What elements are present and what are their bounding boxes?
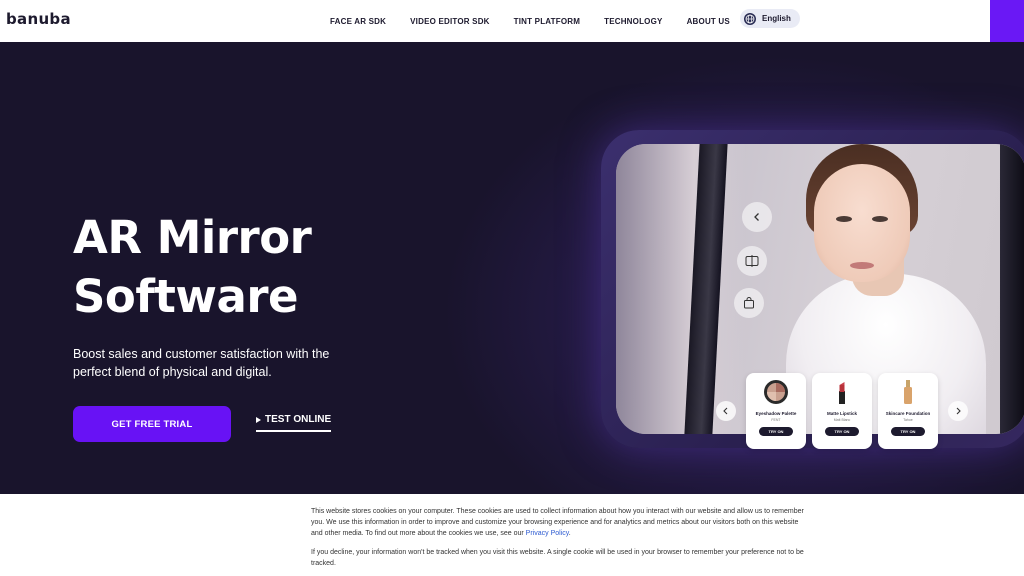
try-on-button[interactable]: TRY ON [891,427,925,436]
product-name: Skincare Foundation [885,411,931,416]
eyeshadow-palette-icon [763,379,789,405]
test-online-link[interactable]: TEST ONLINE [256,414,332,432]
chevron-left-icon [754,213,759,221]
product-card-foundation[interactable]: Skincare Foundation Tahoe TRY ON [878,373,938,449]
model-lips [850,262,874,269]
site-header: banuba FACE AR SDK VIDEO EDITOR SDK TINT… [0,0,1024,42]
product-shade: Tahoe [903,418,913,422]
privacy-policy-link[interactable]: Privacy Policy [526,530,569,537]
reflection-blur [616,144,746,434]
product-shade: FENT [771,418,781,422]
language-label: English [762,14,791,23]
nav-video-editor-sdk[interactable]: VIDEO EDITOR SDK [410,17,490,26]
globe-icon [744,12,756,25]
chevron-left-icon [723,407,728,415]
test-online-label: TEST ONLINE [265,414,332,425]
split-view-icon [745,255,759,267]
hero-subtitle: Boost sales and customer satisfaction wi… [73,347,330,379]
cookie-decline-text: If you decline, your information won't b… [311,549,804,567]
product-shade: Matt Blanc [833,418,851,422]
model-eye-right [872,216,888,222]
carousel-next-button[interactable] [948,401,968,421]
hero-title-line2: Software [73,270,299,323]
model-eye-left [836,216,852,222]
nav-face-ar-sdk[interactable]: FACE AR SDK [330,17,386,26]
language-selector[interactable]: English [740,9,800,28]
nav-technology[interactable]: TECHNOLOGY [604,17,662,26]
play-icon [256,416,261,423]
nav-about-us[interactable]: ABOUT US [687,17,730,26]
mirror-frame-right [1000,144,1024,434]
cookie-text: This website stores cookies on your comp… [311,506,811,539]
chevron-right-icon [956,407,961,415]
back-button[interactable] [742,202,772,232]
carousel-prev-button[interactable] [716,401,736,421]
shopping-bag-button[interactable] [734,288,764,318]
try-on-button[interactable]: TRY ON [825,427,859,436]
compare-button[interactable] [737,246,767,276]
main-nav: FACE AR SDK VIDEO EDITOR SDK TINT PLATFO… [330,0,754,42]
get-free-trial-button[interactable]: GET FREE TRIAL [73,406,231,442]
hero-title: AR Mirror Software [73,208,433,326]
product-name: Eyeshadow Palette [755,411,797,416]
cookie-banner: This website stores cookies on your comp… [0,494,1024,576]
foundation-bottle-icon [895,379,921,405]
cookie-text-end: . [568,530,571,537]
lipstick-icon [829,379,855,405]
product-name: Matte Lipstick [826,411,857,416]
product-card-lipstick[interactable]: Matte Lipstick Matt Blanc TRY ON [812,373,872,449]
nav-tint-platform[interactable]: TINT PLATFORM [514,17,580,26]
try-on-button[interactable]: TRY ON [759,427,793,436]
side-tab[interactable] [990,0,1024,42]
product-card-eyeshadow[interactable]: Eyeshadow Palette FENT TRY ON [746,373,806,449]
hero-title-line1: AR Mirror [73,211,312,264]
banuba-logo[interactable]: banuba [6,10,71,28]
shopping-bag-icon [744,297,754,309]
